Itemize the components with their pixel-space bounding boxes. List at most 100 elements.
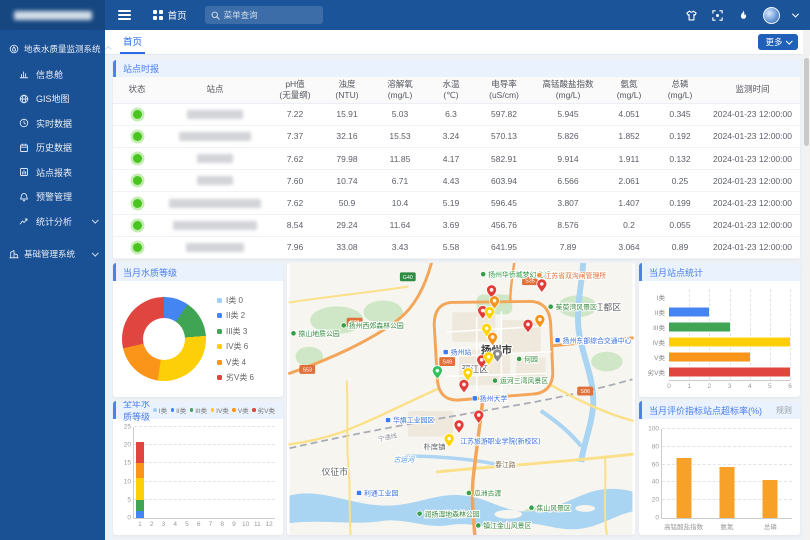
cell-permanganate_index: 5.945 (533, 103, 603, 125)
cell-ammonia_nitrogen: 1.407 (603, 192, 655, 214)
sidebar-item-label: 预警管理 (36, 190, 97, 203)
cell-water_temp: 5.19 (427, 192, 475, 214)
flame-icon[interactable] (737, 9, 750, 22)
hbar (669, 307, 709, 316)
station-name-redacted (197, 154, 233, 163)
status-indicator (133, 199, 142, 208)
report-icon (19, 167, 29, 177)
table-row[interactable]: 7.2215.915.036.3597.825.9454.0510.345202… (113, 103, 800, 125)
status-indicator (133, 176, 142, 185)
sidebar-group-water-system[interactable]: 地表水质量监测系统 (0, 35, 105, 62)
status-indicator (133, 154, 142, 163)
theme-skin-icon[interactable] (685, 9, 698, 22)
table-row[interactable]: 7.6279.9811.854.17582.919.9141.9110.1322… (113, 148, 800, 170)
cell-station (161, 214, 269, 236)
legend-item[interactable]: V类 4 (217, 357, 254, 368)
map-label: 古运河 (394, 456, 416, 464)
sidebar-group-base-system[interactable]: 基础管理系统 (0, 241, 105, 268)
cell-status (113, 125, 161, 147)
cell-ph: 7.96 (269, 236, 321, 258)
annual-quality-chart: 0510152025123456789101112 (113, 419, 283, 535)
topbar-home-link[interactable]: 首页 (153, 8, 187, 22)
svg-text:S86: S86 (580, 389, 590, 395)
legend-item[interactable]: II类 2 (217, 310, 254, 321)
annual-quality-panel: 全年水质等级 I类II类III类IV类V类劣V类 051015202512345… (113, 401, 283, 535)
cell-conductivity: 596.45 (475, 192, 533, 214)
more-button[interactable]: 更多 (758, 34, 798, 50)
legend-item[interactable]: I类 (153, 405, 167, 415)
table-row[interactable]: 7.6250.910.45.19596.453.8071.4070.199202… (113, 192, 800, 214)
hbar (669, 338, 790, 347)
scrollbar-thumb[interactable] (804, 58, 809, 146)
map-label: 朴席镇 (423, 442, 446, 451)
panel-header-station-stats: 当月站点统计 (639, 263, 800, 281)
legend-item[interactable]: III类 (190, 405, 207, 415)
sidebar-item-realtime-data[interactable]: 实时数据 (0, 111, 105, 136)
stacked-bar-segment (136, 463, 144, 478)
screenshot-icon[interactable] (711, 9, 724, 22)
trend-icon (19, 216, 29, 226)
sidebar-item-history-data[interactable]: 历史数据 (0, 136, 105, 161)
sidebar-item-label: 站点报表 (36, 166, 97, 179)
sidebar-item-label: 信息舱 (36, 68, 97, 81)
panel-title: 当月评价指标站点超标率(%) (649, 404, 762, 417)
legend-dot (252, 408, 256, 412)
cell-ph: 7.37 (269, 125, 321, 147)
map-label: 瓜洲古渡 (474, 489, 502, 498)
cell-station (161, 103, 269, 125)
sidebar-item-statistics-analysis[interactable]: 统计分析 (0, 209, 105, 234)
sidebar-item-label: 实时数据 (36, 117, 97, 130)
table-row[interactable]: 7.9633.083.435.58641.957.893.0640.892024… (113, 236, 800, 258)
table-row[interactable]: 7.6010.746.714.43603.946.5662.0610.25202… (113, 170, 800, 192)
map-label: 运河三湾风景区 (500, 376, 548, 385)
status-indicator (133, 132, 142, 141)
sidebar-item-gis-map[interactable]: GIS地图 (0, 87, 105, 112)
map-poi-icon (548, 304, 553, 309)
map-canvas[interactable]: G40S28S49S53S35S86 扬州市邗江区江都区仪征市扬州西郊森林公园捺… (287, 263, 635, 535)
cell-dissolved_oxygen: 10.4 (373, 192, 427, 214)
cell-monitor_time: 2024-01-23 12:00:00 (705, 214, 800, 236)
cell-station (161, 236, 269, 258)
search-input[interactable] (224, 10, 317, 20)
sidebar-group-label: 地表水质量监测系统 (24, 43, 101, 55)
system-icon (9, 44, 19, 54)
table-row[interactable]: 8.5429.2411.643.69456.768.5760.20.055202… (113, 214, 800, 236)
topbar-actions (685, 7, 798, 24)
sidebar-item-alert-management[interactable]: 预警管理 (0, 185, 105, 210)
table-row[interactable]: 7.3732.1615.533.24570.135.8261.8520.1922… (113, 125, 800, 147)
page-scrollbar[interactable] (803, 30, 810, 540)
stacked-bar-segment (136, 500, 144, 511)
legend-item[interactable]: I类 0 (217, 295, 254, 306)
sidebar-item-label: 统计分析 (36, 215, 86, 228)
panel-header-annual-quality: 全年水质等级 I类II类III类IV类V类劣V类 (113, 401, 283, 419)
hamburger-menu-icon[interactable] (118, 10, 131, 21)
legend-dot (217, 344, 222, 349)
legend-item[interactable]: IV类 (211, 405, 229, 415)
map-poi-icon (472, 396, 477, 401)
cell-turbidity: 15.91 (321, 103, 373, 125)
station-name-redacted (187, 110, 243, 119)
cell-total_phosphorus: 0.89 (655, 236, 705, 258)
map-poi-icon (529, 505, 534, 510)
legend-item[interactable]: V类 (232, 405, 248, 415)
rules-link[interactable]: 规则 (776, 405, 792, 416)
sidebar-item-station-report[interactable]: 站点报表 (0, 160, 105, 185)
chevron-down-icon (786, 37, 792, 43)
map-label: 扬州西郊森林公园 (349, 321, 404, 330)
map-label: 江都区 (595, 302, 622, 312)
legend-item[interactable]: 劣V类 (252, 405, 275, 415)
legend-item[interactable]: III类 3 (217, 326, 254, 337)
user-avatar[interactable] (763, 7, 780, 24)
legend-label: III类 3 (226, 326, 247, 337)
legend-item[interactable]: 劣V类 6 (217, 372, 254, 383)
map-poi-icon (417, 511, 422, 516)
tab-strip: 首页 更多 (105, 30, 810, 55)
user-menu-chevron-icon[interactable] (792, 10, 799, 17)
cell-status (113, 170, 161, 192)
sidebar-item-info-hub[interactable]: 信息舱 (0, 62, 105, 87)
column-header-water_temp: 水温(℃) (427, 77, 475, 103)
tab-home[interactable]: 首页 (120, 30, 145, 54)
legend-item[interactable]: II类 (171, 405, 187, 415)
map-label: 春江路 (495, 460, 516, 469)
legend-item[interactable]: IV类 6 (217, 341, 254, 352)
